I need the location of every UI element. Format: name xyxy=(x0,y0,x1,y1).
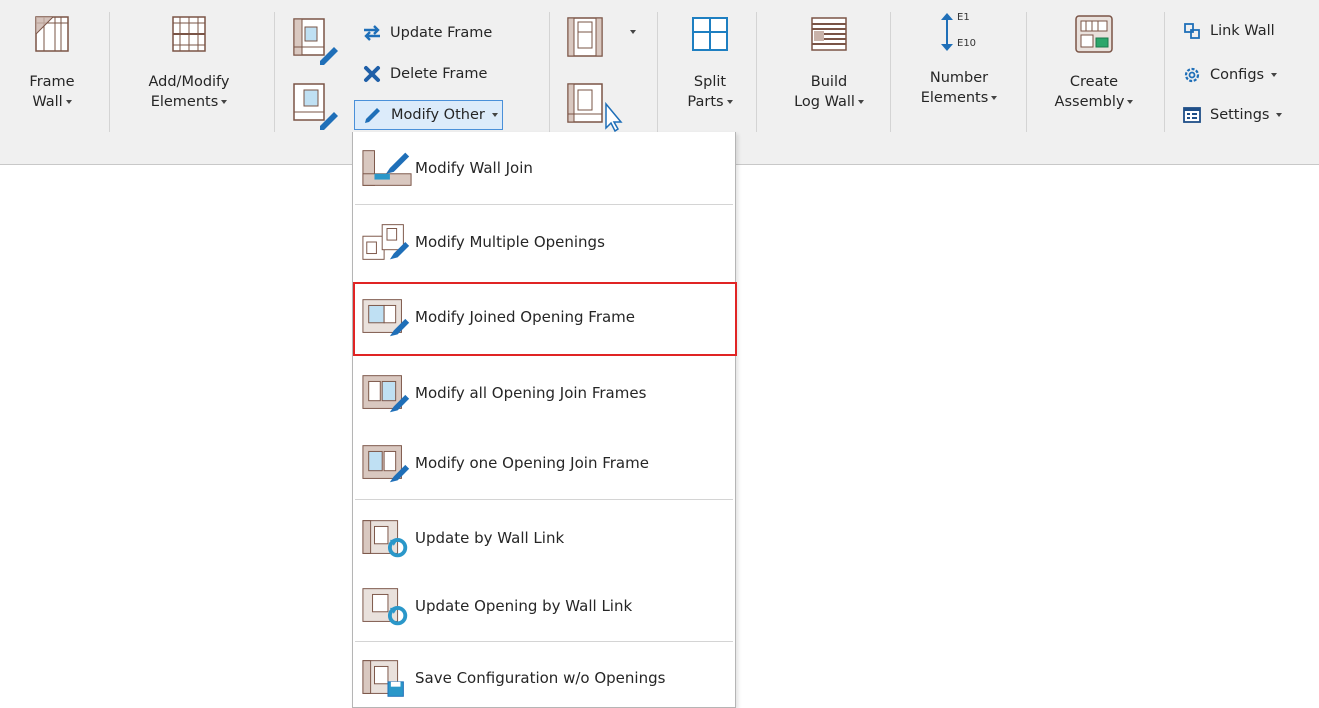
frame-wall-button[interactable]: Frame Wall xyxy=(22,16,82,112)
menu-item-modify-all-opening-join-frames[interactable]: Modify all Opening Join Frames xyxy=(353,373,735,413)
settings-label: Settings xyxy=(1210,107,1270,123)
menu-item-save-configuration[interactable]: Save Configuration w/o Openings xyxy=(353,658,735,698)
split-parts-button[interactable]: Split Parts xyxy=(670,16,750,112)
configs-button[interactable]: Configs xyxy=(1182,62,1278,88)
modify-other-label: Modify Other xyxy=(391,107,485,123)
delete-frame-label: Delete Frame xyxy=(390,66,488,82)
one-join-frame-icon xyxy=(353,443,413,483)
menu-item-label: Modify Multiple Openings xyxy=(415,233,605,251)
link-icon xyxy=(1182,21,1202,41)
menu-item-modify-one-opening-join-frame[interactable]: Modify one Opening Join Frame xyxy=(353,443,735,483)
sync-arrows-icon xyxy=(362,23,382,43)
chevron-down-icon xyxy=(630,30,636,34)
link-wall-label: Link Wall xyxy=(1210,23,1275,39)
close-icon xyxy=(362,64,382,84)
chevron-down-icon xyxy=(1276,113,1283,117)
menu-divider xyxy=(355,641,733,642)
configs-label: Configs xyxy=(1210,67,1265,83)
menu-item-label: Save Configuration w/o Openings xyxy=(415,669,666,687)
divider xyxy=(549,12,550,132)
add-modify-elements-button[interactable]: Add/Modify Elements xyxy=(134,16,244,112)
log-wall-icon xyxy=(811,17,847,51)
opening-frame-icon xyxy=(567,17,603,57)
update-opening-wall-link-icon xyxy=(353,586,413,626)
divider xyxy=(657,12,658,132)
split-parts-icon xyxy=(692,17,728,51)
menu-item-label: Modify all Opening Join Frames xyxy=(415,384,647,402)
menu-item-update-opening-by-wall-link[interactable]: Update Opening by Wall Link xyxy=(353,586,735,626)
add-modify-label-1: Add/Modify xyxy=(148,74,230,90)
frame-wall-icon xyxy=(35,16,69,52)
settings-panel-icon xyxy=(1182,105,1202,125)
opening-frame-dropdown[interactable] xyxy=(566,16,636,58)
link-wall-button[interactable]: Link Wall xyxy=(1182,18,1275,44)
chevron-down-icon xyxy=(1127,100,1134,104)
update-wall-link-icon xyxy=(353,518,413,558)
build-log-wall-label-1: Build xyxy=(810,74,848,90)
menu-item-label: Modify one Opening Join Frame xyxy=(415,454,649,472)
menu-item-update-by-wall-link[interactable]: Update by Wall Link xyxy=(353,518,735,558)
chevron-down-icon xyxy=(991,96,998,100)
chevron-down-icon xyxy=(726,100,733,104)
create-assembly-button[interactable]: Create Assembly xyxy=(1034,14,1154,112)
all-join-frames-icon xyxy=(353,373,413,413)
chevron-down-icon xyxy=(221,100,228,104)
create-assembly-label-2: Assembly xyxy=(1054,94,1125,110)
chevron-down-icon xyxy=(857,100,864,104)
number-bottom-label: E10 xyxy=(957,38,977,49)
menu-divider xyxy=(355,204,733,205)
menu-item-modify-wall-join[interactable]: Modify Wall Join xyxy=(353,148,735,188)
modify-frame-button[interactable] xyxy=(292,17,340,69)
menu-item-label: Modify Wall Join xyxy=(415,159,533,177)
save-config-icon xyxy=(353,658,413,698)
chevron-down-icon xyxy=(1271,73,1278,77)
split-parts-label-1: Split xyxy=(693,74,727,90)
modify-other-menu: Modify Wall Join Modify Multiple Opening… xyxy=(352,132,736,708)
add-modify-label-2: Elements xyxy=(150,94,219,110)
multiple-openings-icon xyxy=(353,222,413,262)
modify-opening-pencil-icon xyxy=(293,83,338,130)
opening-cursor-icon xyxy=(567,83,623,133)
gear-icon xyxy=(1182,65,1202,85)
update-frame-button[interactable]: Update Frame xyxy=(362,20,492,46)
menu-item-modify-multiple-openings[interactable]: Modify Multiple Openings xyxy=(353,222,735,262)
modify-opening-button[interactable] xyxy=(292,82,340,134)
number-elements-label-1: Number xyxy=(929,70,989,86)
build-log-wall-label-2: Log Wall xyxy=(794,94,855,110)
create-assembly-label-1: Create xyxy=(1069,74,1119,90)
highlight-box xyxy=(353,282,737,356)
modify-other-button[interactable]: Modify Other xyxy=(354,100,503,130)
pencil-icon xyxy=(363,105,383,125)
select-opening-button[interactable] xyxy=(566,82,626,136)
menu-item-label: Update by Wall Link xyxy=(415,529,565,547)
frame-wall-label-1: Frame xyxy=(29,74,75,90)
divider xyxy=(890,12,891,132)
menu-divider xyxy=(355,499,733,500)
number-elements-button[interactable]: E1 E10 Number Elements xyxy=(904,12,1014,108)
number-elements-icon: E1 E10 xyxy=(929,12,989,52)
build-log-wall-button[interactable]: Build Log Wall xyxy=(784,16,874,112)
divider xyxy=(1026,12,1027,132)
split-parts-label-2: Parts xyxy=(687,94,724,110)
number-elements-label-2: Elements xyxy=(920,90,989,106)
chevron-down-icon xyxy=(65,100,72,104)
divider xyxy=(1164,12,1165,132)
divider xyxy=(274,12,275,132)
delete-frame-button[interactable]: Delete Frame xyxy=(362,61,487,87)
modify-frame-pencil-icon xyxy=(293,18,338,65)
frame-wall-label-2: Wall xyxy=(32,94,63,110)
update-frame-label: Update Frame xyxy=(390,25,493,41)
settings-button[interactable]: Settings xyxy=(1182,102,1283,128)
menu-item-label: Update Opening by Wall Link xyxy=(415,597,633,615)
divider xyxy=(756,12,757,132)
divider xyxy=(109,12,110,132)
chevron-down-icon xyxy=(491,113,498,117)
add-modify-elements-icon xyxy=(172,16,206,52)
wall-join-icon xyxy=(353,148,413,188)
number-top-label: E1 xyxy=(957,12,970,23)
create-assembly-icon xyxy=(1075,15,1113,53)
